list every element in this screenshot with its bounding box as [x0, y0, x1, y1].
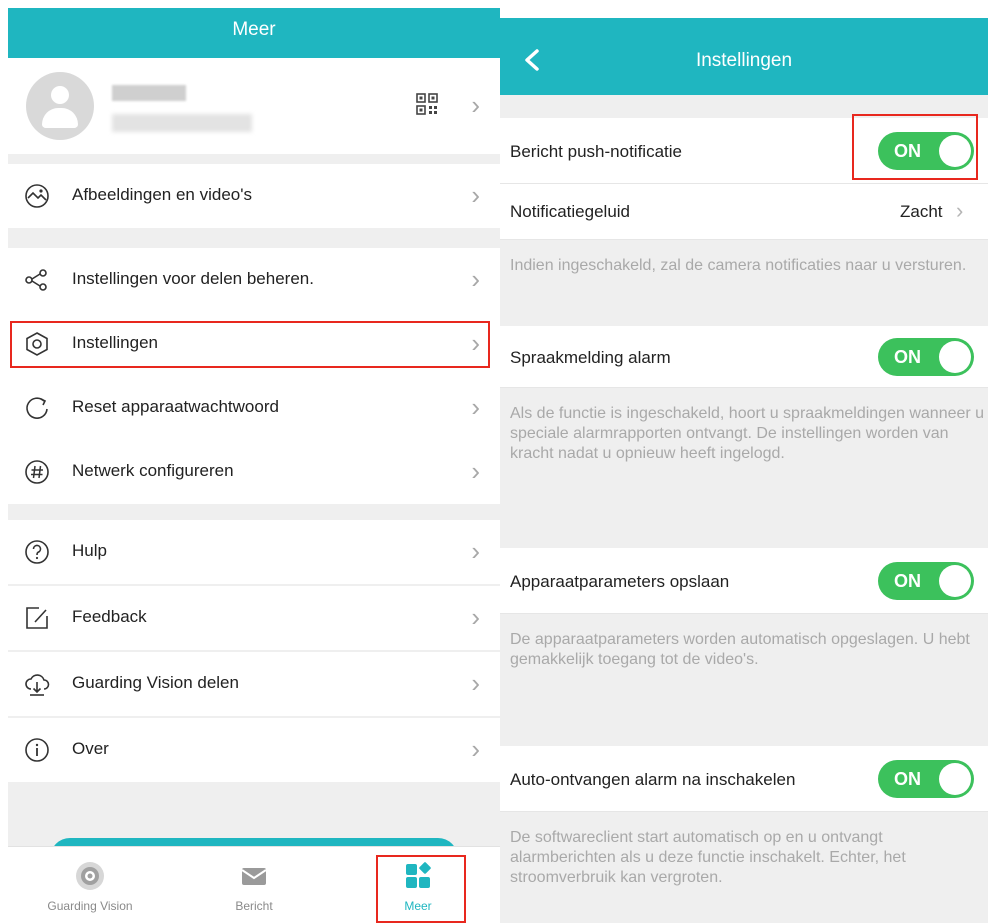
chevron-right-icon: › — [471, 536, 480, 566]
voice-alarm-toggle[interactable]: ON — [878, 338, 974, 376]
profile-card[interactable]: › — [8, 58, 500, 154]
avatar — [26, 72, 94, 140]
username-redacted — [112, 85, 186, 101]
push-description: Indien ingeschakeld, zal de camera notif… — [510, 257, 967, 274]
menu-item-label: Feedback — [72, 607, 147, 626]
hashtag-icon — [25, 460, 49, 484]
tab-label: Bericht — [235, 899, 273, 913]
tab-guarding-vision[interactable]: Guarding Vision — [8, 847, 172, 923]
share-icon — [25, 269, 47, 291]
setting-label: Notificatiegeluid — [510, 202, 631, 221]
menu-item-share-app[interactable]: Guarding Vision delen › — [8, 652, 500, 716]
save-params-row: Apparaatparameters opslaan ON — [500, 548, 988, 614]
toggle-state: ON — [894, 571, 921, 591]
menu-item-label: Instellingen voor delen beheren. — [72, 269, 314, 288]
tab-label: Guarding Vision — [47, 899, 133, 913]
voice-alarm-row: Spraakmelding alarm ON — [500, 326, 988, 388]
account-redacted — [112, 114, 252, 132]
cloud-download-icon — [25, 674, 50, 696]
meer-screen: Meer › Afbeeldingen en video's › Instell… — [8, 8, 500, 923]
tab-bericht[interactable]: Bericht — [172, 847, 336, 923]
reset-icon — [26, 397, 48, 419]
gallery-icon — [25, 184, 49, 208]
setting-label: Spraakmelding alarm — [510, 348, 671, 367]
page-title: Meer — [232, 19, 276, 40]
feedback-icon — [26, 607, 48, 629]
chevron-right-icon: › — [471, 668, 480, 698]
chevron-right-icon: › — [471, 180, 480, 210]
chevron-right-icon: › — [471, 392, 480, 422]
qr-code-icon[interactable] — [416, 93, 438, 115]
toggle-state: ON — [894, 347, 921, 367]
menu-item-share-settings[interactable]: Instellingen voor delen beheren. › — [8, 248, 500, 312]
highlight-settings-row — [10, 321, 490, 368]
menu-item-label: Guarding Vision delen — [72, 673, 239, 692]
menu-item-network[interactable]: Netwerk configureren › — [8, 440, 500, 504]
info-icon — [25, 738, 49, 762]
menu-item-images[interactable]: Afbeeldingen en video's › — [8, 164, 500, 228]
chevron-right-icon: › — [471, 456, 480, 486]
highlight-push-toggle — [852, 114, 978, 180]
chevron-right-icon: › — [471, 734, 480, 764]
menu-item-label: Over — [72, 739, 109, 758]
menu-item-help[interactable]: Hulp › — [8, 520, 500, 584]
mail-icon — [241, 868, 267, 885]
voice-description: Als de functie is ingeschakeld, hoort u … — [510, 405, 985, 462]
params-description: De apparaatparameters worden automatisch… — [510, 631, 970, 668]
chevron-right-icon: › — [471, 602, 480, 632]
menu-item-reset-password[interactable]: Reset apparaatwachtwoord › — [8, 376, 500, 440]
chevron-right-icon: › — [956, 198, 964, 223]
auto-receive-alarm-toggle[interactable]: ON — [878, 760, 974, 798]
header-bar: Meer — [8, 8, 500, 58]
menu-item-label: Reset apparaatwachtwoord — [72, 397, 279, 416]
menu-item-label: Afbeeldingen en video's — [72, 185, 252, 204]
menu-item-label: Netwerk configureren — [72, 461, 234, 480]
auto-receive-alarm-row: Auto-ontvangen alarm na inschakelen ON — [500, 746, 988, 812]
toggle-state: ON — [894, 769, 921, 789]
notification-sound-row[interactable]: Notificatiegeluid Zacht › — [500, 184, 988, 240]
auto-description: De softwareclient start automatisch op e… — [510, 829, 906, 886]
setting-label: Apparaatparameters opslaan — [510, 572, 730, 591]
setting-label: Auto-ontvangen alarm na inschakelen — [510, 770, 796, 789]
setting-label: Bericht push-notificatie — [510, 142, 682, 161]
help-icon — [25, 540, 49, 564]
menu-item-about[interactable]: Over › — [8, 718, 500, 782]
chevron-right-icon: › — [471, 264, 480, 294]
page-title: Instellingen — [695, 50, 793, 71]
save-params-toggle[interactable]: ON — [878, 562, 974, 600]
camera-icon — [76, 862, 104, 890]
menu-item-label: Hulp — [72, 541, 107, 560]
menu-item-feedback[interactable]: Feedback › — [8, 586, 500, 650]
highlight-meer-tab — [376, 855, 466, 923]
chevron-right-icon: › — [471, 90, 480, 120]
header-bar: Instellingen — [500, 18, 988, 95]
sound-value: Zacht — [900, 202, 943, 221]
